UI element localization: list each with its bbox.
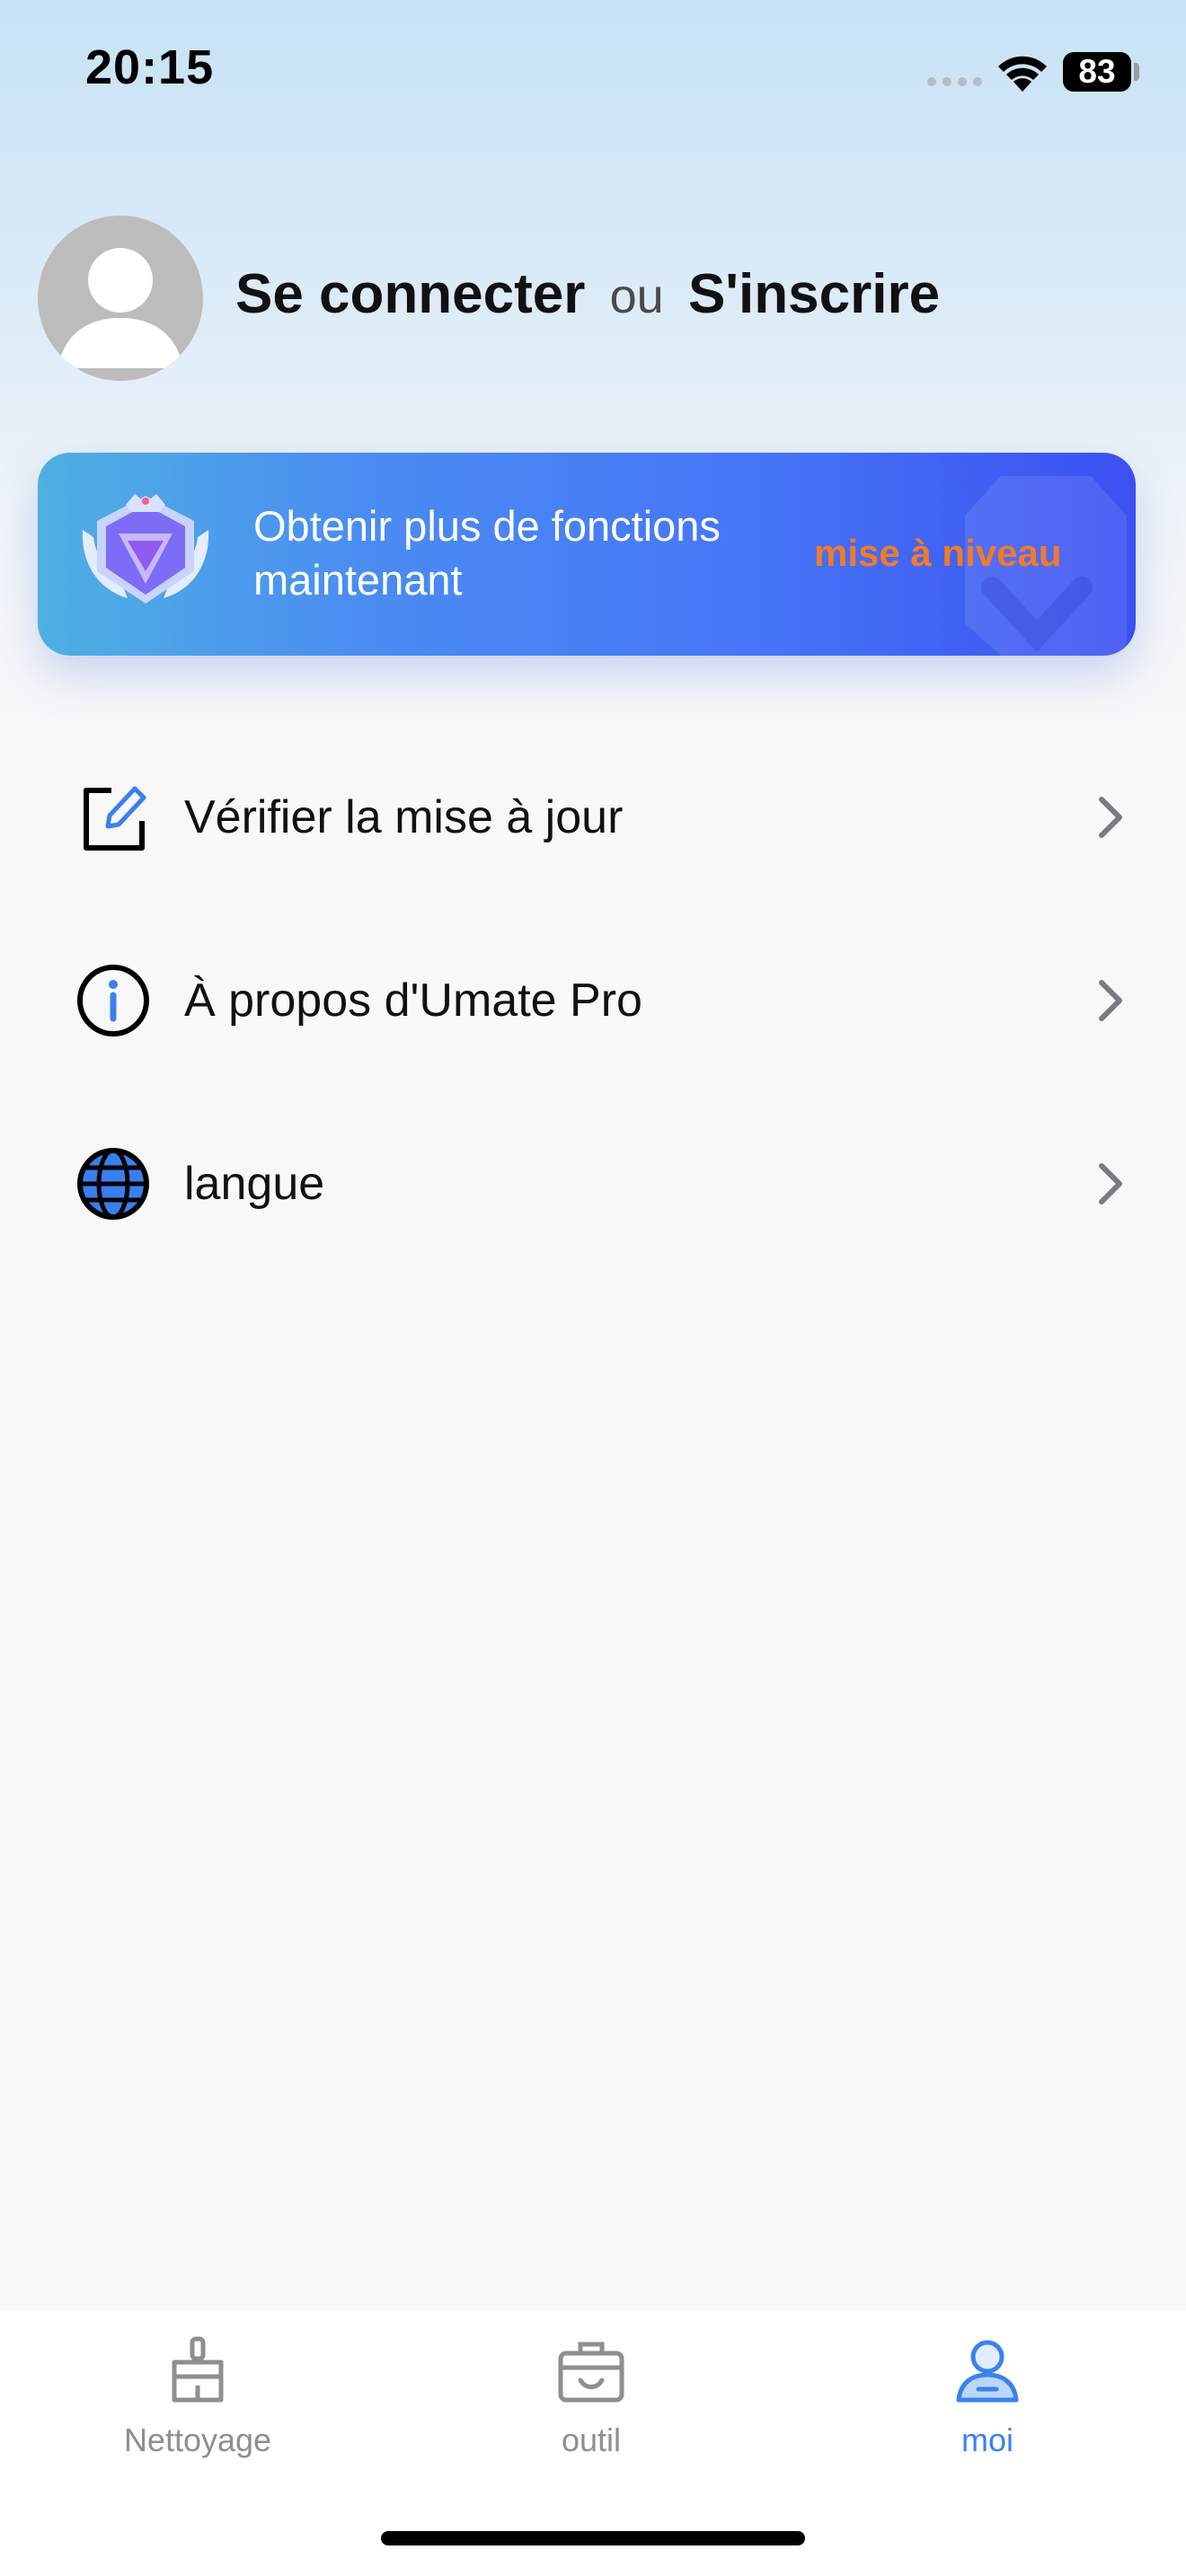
info-icon (77, 965, 149, 1037)
tab-label-nettoyage: Nettoyage (123, 2422, 272, 2458)
wifi-icon (998, 56, 1047, 92)
tab-label-outil: outil (561, 2422, 622, 2458)
premium-crown-badge-icon (82, 494, 209, 604)
status-bar: 20:15 83 (0, 0, 1186, 144)
tab-moi[interactable]: moi (853, 2335, 1122, 2497)
tab-nettoyage[interactable]: Nettoyage (63, 2335, 332, 2497)
profile-screen: 20:15 83 Se connecter ou S'inscrire Obte… (0, 0, 1186, 2576)
menu-item-language[interactable]: langue (0, 1101, 1186, 1263)
or-separator: ou (609, 269, 664, 323)
login-link[interactable]: Se connecter (235, 263, 585, 325)
edit-icon (84, 786, 146, 851)
home-indicator (381, 2531, 805, 2545)
status-time: 20:15 (85, 40, 215, 94)
broom-icon (172, 2336, 224, 2403)
battery-icon: 83 (1063, 52, 1131, 92)
menu-item-about[interactable]: À propos d'Umate Pro (0, 918, 1186, 1080)
signup-link[interactable]: S'inscrire (688, 263, 940, 325)
chevron-right-icon (1099, 1163, 1122, 1204)
chevron-right-icon (1099, 797, 1122, 838)
user-avatar-icon[interactable] (38, 216, 203, 381)
globe-icon (77, 1148, 149, 1220)
menu-label-about: À propos d'Umate Pro (184, 975, 642, 1027)
auth-links: Se connecter ou S'inscrire (235, 262, 940, 326)
upgrade-button[interactable]: mise à niveau (814, 532, 1061, 575)
tab-outil[interactable]: outil (456, 2335, 726, 2497)
menu-label-check-update: Vérifier la mise à jour (184, 791, 624, 843)
upgrade-banner[interactable]: Obtenir plus de fonctions maintenant mis… (38, 453, 1136, 656)
menu-label-language: langue (184, 1158, 325, 1210)
person-icon (956, 2340, 1019, 2403)
toolbox-icon (558, 2342, 624, 2403)
chevron-right-icon (1099, 980, 1122, 1021)
tab-label-moi: moi (960, 2422, 1013, 2458)
menu-item-check-update[interactable]: Vérifier la mise à jour (0, 735, 1186, 896)
signal-icon (927, 77, 982, 86)
battery-tip (1134, 63, 1139, 81)
banner-text: Obtenir plus de fonctions maintenant (253, 502, 721, 604)
